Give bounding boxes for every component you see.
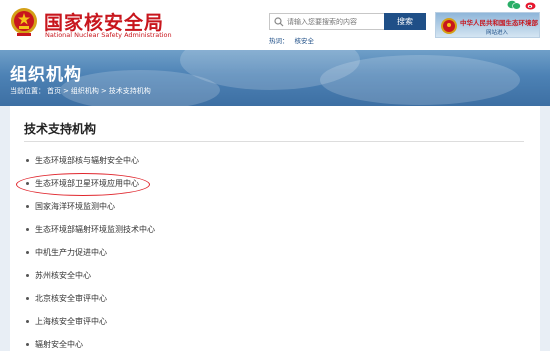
section-title: 技术支持机构 <box>24 122 97 136</box>
bullet-icon <box>26 251 29 254</box>
list-item[interactable]: 生态环境部核与辐射安全中心 <box>24 155 139 169</box>
search-input[interactable] <box>287 15 387 28</box>
highlight-annotation-ellipse <box>16 173 150 196</box>
list-item-link[interactable]: 辐射安全中心 <box>35 340 83 349</box>
wechat-icon[interactable] <box>507 0 521 10</box>
list-item[interactable]: 辐射安全中心 <box>24 339 83 351</box>
ministry-emblem-icon <box>441 18 457 34</box>
main-content: 技术支持机构 生态环境部核与辐射安全中心 生态环境部卫星环境应用中心 国家海洋环… <box>10 106 540 351</box>
list-item[interactable]: 上海核安全审评中心 <box>24 316 107 330</box>
page-banner: 组织机构 当前位置： 首页 > 组织机构 > 技术支持机构 <box>0 50 550 106</box>
bullet-icon <box>26 159 29 162</box>
site-header: 国家核安全局 National Nuclear Safety Administr… <box>0 0 550 50</box>
list-item[interactable]: 生态环境部辐射环境监测技术中心 <box>24 224 155 238</box>
list-item-link[interactable]: 上海核安全审评中心 <box>35 317 107 326</box>
bullet-icon <box>26 343 29 346</box>
list-item[interactable]: 中机生产力促进中心 <box>24 247 107 261</box>
list-item-link[interactable]: 苏州核安全中心 <box>35 271 91 280</box>
list-item[interactable]: 苏州核安全中心 <box>24 270 91 284</box>
hot-keywords: 热词： 核安全 <box>269 35 314 45</box>
list-item-link[interactable]: 生态环境部辐射环境监测技术中心 <box>35 225 155 234</box>
banner-cloud-decoration <box>320 55 520 105</box>
ministry-banner-link[interactable]: 中华人民共和国生态环境部 网站进入 <box>435 12 540 38</box>
list-item-link[interactable]: 中机生产力促进中心 <box>35 248 107 257</box>
search-box[interactable] <box>269 13 389 30</box>
list-item-link[interactable]: 国家海洋环境监测中心 <box>35 202 115 211</box>
hot-keyword-link[interactable]: 核安全 <box>295 37 315 45</box>
breadcrumb-org-link[interactable]: 组织机构 <box>71 87 99 95</box>
ministry-title: 中华人民共和国生态环境部 <box>460 19 538 27</box>
search-icon <box>274 17 284 27</box>
bullet-icon <box>26 274 29 277</box>
bullet-icon <box>26 320 29 323</box>
page-title: 组织机构 <box>10 65 82 85</box>
weibo-icon[interactable] <box>525 0 537 10</box>
bullet-icon <box>26 297 29 300</box>
breadcrumb-separator: > <box>100 87 107 95</box>
breadcrumb: 当前位置： 首页 > 组织机构 > 技术支持机构 <box>10 86 153 96</box>
breadcrumb-separator: > <box>63 87 69 95</box>
site-subtitle: National Nuclear Safety Administration <box>45 31 172 39</box>
breadcrumb-current: 技术支持机构 <box>108 87 151 95</box>
bullet-icon <box>26 228 29 231</box>
bullet-icon <box>26 205 29 208</box>
national-emblem-icon <box>11 8 37 36</box>
hot-label: 热词： <box>269 37 289 45</box>
section-divider <box>24 141 524 142</box>
ministry-enter-link[interactable]: 网站进入 <box>486 28 508 36</box>
list-item[interactable]: 国家海洋环境监测中心 <box>24 201 115 215</box>
search-button[interactable]: 搜索 <box>384 13 426 30</box>
list-item-link[interactable]: 生态环境部核与辐射安全中心 <box>35 156 139 165</box>
breadcrumb-home-link[interactable]: 首页 <box>47 87 61 95</box>
list-item-link[interactable]: 北京核安全审评中心 <box>35 294 107 303</box>
breadcrumb-prefix: 当前位置： <box>10 87 45 95</box>
list-item[interactable]: 北京核安全审评中心 <box>24 293 107 307</box>
